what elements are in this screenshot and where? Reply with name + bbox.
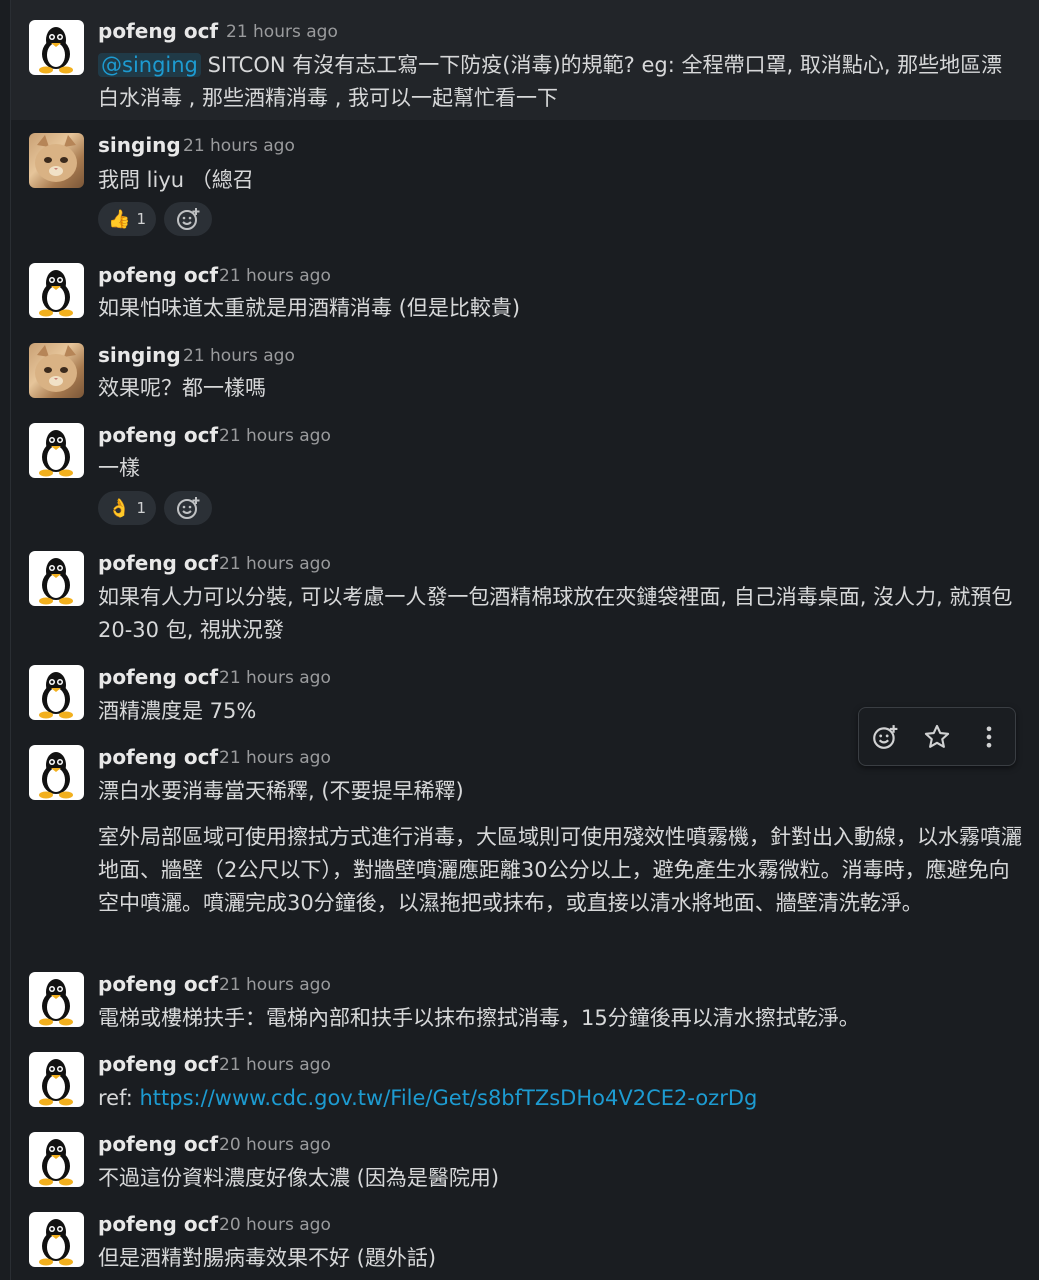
message-text: ref: https://www.cdc.gov.tw/File/Get/s8b… (98, 1082, 1018, 1115)
message-list: pofeng ocf 21 hours ago @singing SITCON … (10, 0, 1039, 1280)
tux-avatar-icon (39, 979, 73, 1026)
message-author[interactable]: pofeng ocf (98, 19, 218, 43)
more-actions-icon (986, 726, 992, 747)
message-timestamp[interactable]: 21 hours ago (219, 975, 331, 995)
add-reaction-icon (177, 208, 200, 230)
message-text: 一樣 (98, 456, 140, 480)
message-timestamp[interactable]: 20 hours ago (219, 1215, 331, 1235)
message-text: 電梯或樓梯扶手：電梯內部和扶手以抹布擦拭消毒，15分鐘後再以清水擦拭乾淨。 (98, 1006, 860, 1030)
reaction-pill[interactable]: 👍 1 (98, 202, 156, 236)
tux-avatar-icon (39, 558, 73, 605)
add-reaction-icon (177, 497, 200, 519)
message-text: 如果有人力可以分裝, 可以考慮一人發一包酒精棉球放在夾鏈袋裡面, 自己消毒桌面,… (98, 585, 1013, 642)
reaction-count: 1 (136, 210, 146, 228)
message[interactable]: singing 21 hours ago 我問 liyu （總召 👍 1 (11, 120, 1039, 250)
message-author[interactable]: pofeng ocf (98, 1212, 218, 1236)
message-text: 如果怕味道太重就是用酒精消毒 (但是比較貴) (98, 296, 521, 320)
message-timestamp[interactable]: 21 hours ago (219, 266, 331, 286)
message-author[interactable]: pofeng ocf (98, 745, 218, 769)
reactions-bar: 👍 1 (98, 202, 212, 238)
message-timestamp[interactable]: 21 hours ago (219, 554, 331, 574)
more-actions-button[interactable] (969, 717, 1009, 757)
reactions-bar: 👌 1 (98, 491, 212, 527)
ok-hand-icon: 👌 (108, 497, 131, 519)
message-text: 不過這份資料濃度好像太濃 (因為是醫院用) (98, 1166, 500, 1190)
message-timestamp[interactable]: 21 hours ago (183, 346, 295, 366)
message-author[interactable]: pofeng ocf (98, 972, 218, 996)
message-author[interactable]: pofeng ocf (98, 1132, 218, 1156)
tux-avatar-icon (39, 752, 73, 799)
message-author[interactable]: pofeng ocf (98, 551, 218, 575)
message-author[interactable]: pofeng ocf (98, 665, 218, 689)
cat-avatar-icon (35, 345, 77, 392)
tux-avatar-icon (39, 1139, 73, 1186)
avatar[interactable] (29, 665, 84, 720)
message-timestamp[interactable]: 21 hours ago (219, 668, 331, 688)
avatar[interactable] (29, 20, 84, 75)
add-reaction-icon (873, 724, 898, 749)
avatar[interactable] (29, 745, 84, 800)
message-text: 但是酒精對腸病毒效果不好 (題外話) (98, 1246, 437, 1270)
message-timestamp[interactable]: 21 hours ago (219, 748, 331, 768)
message[interactable]: pofeng ocf 20 hours ago 不過這份資料濃度好像太濃 (因為… (11, 1120, 1039, 1200)
message-timestamp[interactable]: 21 hours ago (226, 22, 338, 42)
avatar[interactable] (29, 551, 84, 606)
avatar[interactable] (29, 133, 84, 188)
add-reaction-button[interactable] (164, 491, 212, 525)
message-text: 效果呢？都一樣嗎 (98, 376, 266, 400)
avatar[interactable] (29, 1212, 84, 1267)
message[interactable]: pofeng ocf 20 hours ago 但是酒精對腸病毒效果不好 (題外… (11, 1200, 1039, 1280)
tux-avatar-icon (39, 1059, 73, 1106)
message-author[interactable]: singing (98, 343, 181, 367)
message[interactable]: pofeng ocf 21 hours ago 如果有人力可以分裝, 可以考慮一… (11, 540, 1039, 655)
message-link[interactable]: https://www.cdc.gov.tw/File/Get/s8bfTZsD… (140, 1086, 758, 1110)
save-button[interactable] (917, 717, 957, 757)
message[interactable]: singing 21 hours ago 效果呢？都一樣嗎 (11, 330, 1039, 410)
message-timestamp[interactable]: 21 hours ago (183, 136, 295, 156)
tux-avatar-icon (39, 270, 73, 317)
tux-avatar-icon (39, 1219, 73, 1266)
message[interactable]: pofeng ocf 21 hours ago 如果怕味道太重就是用酒精消毒 (… (11, 250, 1039, 330)
tux-avatar-icon (39, 672, 73, 719)
user-mention[interactable]: @singing (98, 53, 201, 77)
star-icon (924, 724, 950, 748)
message-body: SITCON 有沒有志工寫一下防疫(消毒)的規範? eg: 全程帶口罩, 取消點… (98, 53, 1003, 110)
message-text: 我問 liyu （總召 (98, 168, 254, 192)
avatar[interactable] (29, 1132, 84, 1187)
avatar[interactable] (29, 263, 84, 318)
message-text: 漂白水要消毒當天稀釋, (不要提早稀釋) (98, 779, 464, 803)
message[interactable]: pofeng ocf 21 hours ago 漂白水要消毒當天稀釋, (不要提… (11, 735, 1039, 960)
avatar[interactable] (29, 423, 84, 478)
reaction-pill[interactable]: 👌 1 (98, 491, 156, 525)
tux-avatar-icon (39, 27, 73, 74)
message-timestamp[interactable]: 21 hours ago (219, 1055, 331, 1075)
reaction-count: 1 (136, 499, 146, 517)
message-timestamp[interactable]: 21 hours ago (219, 426, 331, 446)
message-author[interactable]: pofeng ocf (98, 263, 218, 287)
message-text: @singing SITCON 有沒有志工寫一下防疫(消毒)的規範? eg: 全… (98, 49, 1018, 115)
avatar[interactable] (29, 343, 84, 398)
message-timestamp[interactable]: 20 hours ago (219, 1135, 331, 1155)
add-reaction-button[interactable] (865, 717, 905, 757)
message[interactable]: pofeng ocf 21 hours ago 電梯或樓梯扶手：電梯內部和扶手以… (11, 960, 1039, 1040)
add-reaction-button[interactable] (164, 202, 212, 236)
message[interactable]: pofeng ocf 21 hours ago 一樣 👌 1 (11, 410, 1039, 540)
message-author[interactable]: pofeng ocf (98, 1052, 218, 1076)
thumbs-up-icon: 👍 (108, 208, 131, 230)
message-body: ref: (98, 1086, 140, 1110)
message-quote-text: 室外局部區域可使用擦拭方式進行消毒，大區域則可使用殘效性噴霧機，針對出入動線，以… (98, 825, 1022, 915)
message-author[interactable]: singing (98, 133, 181, 157)
message[interactable]: pofeng ocf 21 hours ago ref: https://www… (11, 1040, 1039, 1120)
message[interactable]: pofeng ocf 21 hours ago @singing SITCON … (11, 0, 1039, 120)
avatar[interactable] (29, 1052, 84, 1107)
message-hover-toolbar (858, 707, 1016, 766)
cat-avatar-icon (35, 135, 77, 182)
tux-avatar-icon (39, 430, 73, 477)
message-author[interactable]: pofeng ocf (98, 423, 218, 447)
avatar[interactable] (29, 972, 84, 1027)
